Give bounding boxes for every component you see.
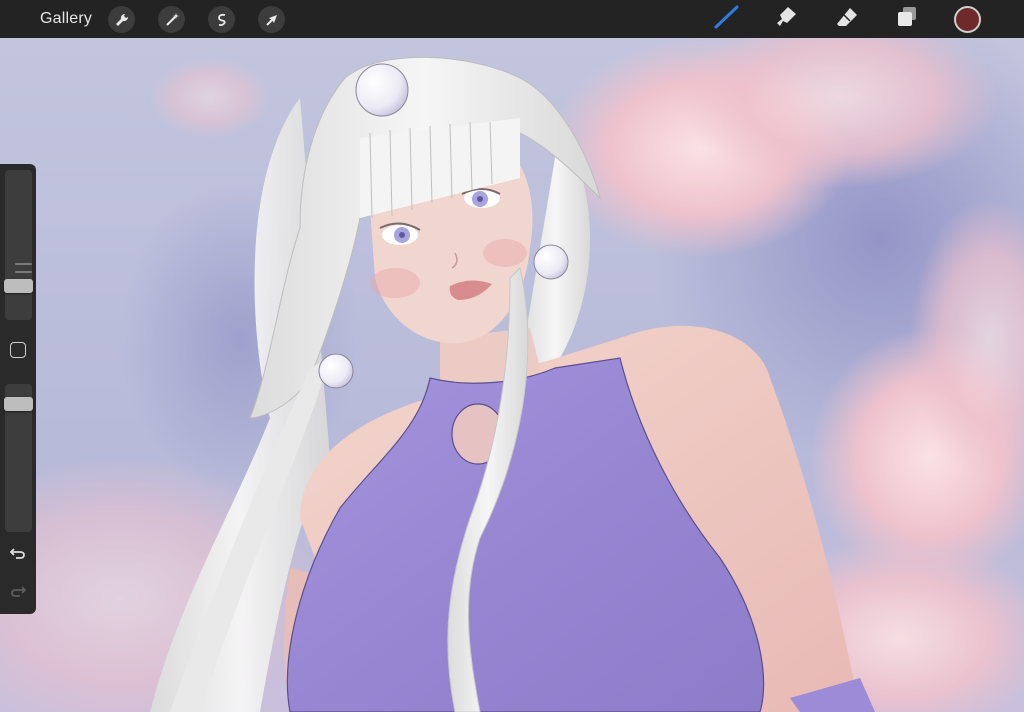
magic-wand-icon <box>164 12 180 28</box>
artwork <box>0 38 1024 712</box>
erase-tool-button[interactable] <box>833 6 861 32</box>
smudge-icon <box>774 5 798 34</box>
layers-icon <box>895 5 919 34</box>
transform-button[interactable] <box>258 6 285 33</box>
color-picker-button[interactable] <box>954 6 981 33</box>
brush-icon <box>713 5 739 34</box>
slider-grip <box>15 271 32 273</box>
adjustments-button[interactable] <box>158 6 185 33</box>
selection-s-icon <box>214 12 230 28</box>
brush-size-slider[interactable] <box>5 170 32 320</box>
paint-tool-button[interactable] <box>712 5 740 34</box>
undo-icon <box>9 543 27 566</box>
actions-button[interactable] <box>108 6 135 33</box>
layers-button[interactable] <box>893 6 921 32</box>
wrench-icon <box>114 12 130 28</box>
redo-button[interactable] <box>9 583 27 601</box>
brush-size-thumb[interactable] <box>4 278 33 293</box>
smudge-tool-button[interactable] <box>772 6 800 32</box>
undo-button[interactable] <box>9 545 27 563</box>
eraser-icon <box>835 5 859 34</box>
opacity-thumb[interactable] <box>4 397 33 412</box>
modify-square-icon[interactable] <box>10 342 26 358</box>
gallery-button[interactable]: Gallery <box>40 10 92 28</box>
arrow-cursor-icon <box>264 12 280 28</box>
left-sidebar <box>0 164 36 614</box>
selection-button[interactable] <box>208 6 235 33</box>
redo-icon <box>9 581 27 604</box>
top-toolbar: Gallery <box>0 0 1024 38</box>
slider-grip <box>15 263 32 265</box>
drawing-canvas[interactable] <box>0 38 1024 712</box>
